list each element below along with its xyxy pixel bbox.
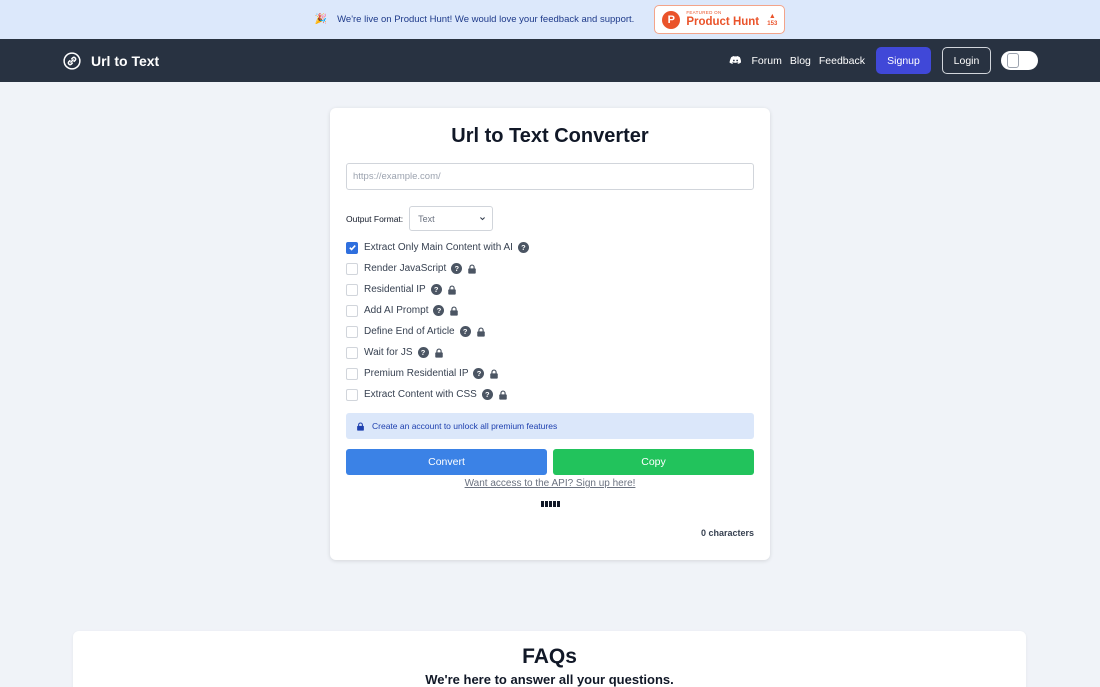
copy-button[interactable]: Copy bbox=[553, 449, 754, 475]
option-checkbox[interactable] bbox=[346, 304, 358, 317]
login-button[interactable]: Login bbox=[942, 47, 991, 74]
api-signup-link[interactable]: Want access to the API? Sign up here! bbox=[346, 478, 754, 489]
option-checkbox[interactable] bbox=[346, 367, 358, 380]
character-count: 0 characters bbox=[700, 528, 754, 538]
option-label: Premium Residential IP bbox=[364, 368, 469, 379]
product-hunt-badge[interactable]: P FEATURED ON Product Hunt ▲ 153 bbox=[654, 5, 786, 34]
option-row[interactable]: Premium Residential IP? bbox=[346, 363, 754, 384]
ph-name: Product Hunt bbox=[686, 15, 760, 28]
converter-card: Url to Text Converter Output Format: Tex… bbox=[330, 108, 770, 560]
loader-bar bbox=[540, 501, 544, 507]
signup-button[interactable]: Signup bbox=[876, 47, 931, 74]
announcement-text: We're live on Product Hunt! We would lov… bbox=[337, 14, 635, 25]
upvote-triangle-icon: ▲ bbox=[768, 12, 776, 20]
lock-icon bbox=[357, 421, 364, 431]
ph-featured-label: FEATURED ON bbox=[686, 10, 722, 15]
output-format-select[interactable]: Text bbox=[409, 206, 494, 231]
lock-icon bbox=[490, 369, 499, 379]
option-checkbox[interactable] bbox=[346, 325, 358, 338]
option-label: Residential IP bbox=[364, 284, 426, 295]
navbar: Url to Text Forum Blog Feedback Signup L… bbox=[0, 39, 1100, 82]
help-icon[interactable]: ? bbox=[433, 305, 445, 316]
help-icon[interactable]: ? bbox=[459, 326, 471, 337]
lock-icon bbox=[468, 264, 477, 274]
loading-indicator bbox=[346, 501, 754, 507]
option-row[interactable]: Add AI Prompt? bbox=[346, 300, 754, 321]
option-label: Extract Only Main Content with AI bbox=[364, 242, 513, 253]
option-checkbox[interactable] bbox=[346, 388, 358, 401]
option-row[interactable]: Residential IP? bbox=[346, 279, 754, 300]
url-input[interactable] bbox=[346, 163, 754, 190]
nav-link-blog[interactable]: Blog bbox=[790, 55, 811, 67]
premium-notice-text: Create an account to unlock all premium … bbox=[372, 421, 558, 431]
lock-icon bbox=[476, 327, 485, 337]
faq-section: FAQs We're here to answer all your quest… bbox=[73, 631, 1026, 687]
lock-icon bbox=[450, 306, 459, 316]
option-label: Render JavaScript bbox=[364, 263, 447, 274]
option-checkbox[interactable] bbox=[346, 262, 358, 275]
options-list: Extract Only Main Content with AI? Render… bbox=[346, 237, 754, 405]
option-row[interactable]: Define End of Article? bbox=[346, 321, 754, 342]
option-row[interactable]: Render JavaScript? bbox=[346, 258, 754, 279]
loader-bar bbox=[556, 501, 560, 507]
help-icon[interactable]: ? bbox=[517, 242, 529, 253]
output-format-label: Output Format: bbox=[346, 213, 404, 224]
nav-link-feedback[interactable]: Feedback bbox=[819, 55, 865, 67]
discord-icon[interactable] bbox=[729, 54, 742, 67]
option-label: Add AI Prompt bbox=[364, 305, 429, 316]
lock-icon bbox=[499, 390, 507, 400]
lock-icon bbox=[447, 285, 456, 295]
nav-link-forum[interactable]: Forum bbox=[752, 55, 782, 67]
brand-name: Url to Text bbox=[91, 52, 160, 69]
help-icon[interactable]: ? bbox=[417, 347, 429, 358]
action-buttons: Convert Copy bbox=[346, 449, 754, 475]
link-logo-icon bbox=[63, 51, 81, 70]
option-label: Wait for JS bbox=[364, 347, 413, 358]
toggle-knob bbox=[1007, 53, 1019, 68]
output-format-value: Text bbox=[418, 213, 435, 224]
page-title: Url to Text Converter bbox=[451, 125, 649, 147]
option-checkbox[interactable] bbox=[346, 241, 358, 254]
convert-button[interactable]: Convert bbox=[346, 449, 547, 475]
help-icon[interactable]: ? bbox=[481, 389, 493, 400]
option-row[interactable]: Wait for JS? bbox=[346, 342, 754, 363]
option-checkbox[interactable] bbox=[346, 346, 358, 359]
party-popper-icon: 🎉 bbox=[314, 14, 328, 25]
help-icon[interactable]: ? bbox=[473, 368, 485, 379]
checkmark-icon bbox=[348, 244, 356, 251]
brand-link[interactable]: Url to Text bbox=[63, 51, 160, 70]
theme-toggle[interactable] bbox=[1001, 51, 1038, 70]
product-hunt-logo-icon: P bbox=[662, 10, 681, 29]
option-label: Extract Content with CSS bbox=[364, 389, 477, 400]
ph-vote-count: 153 bbox=[767, 20, 778, 27]
premium-notice: Create an account to unlock all premium … bbox=[346, 413, 754, 439]
option-checkbox[interactable] bbox=[346, 283, 358, 296]
announcement-banner: 🎉 We're live on Product Hunt! We would l… bbox=[0, 0, 1100, 39]
option-label: Define End of Article bbox=[364, 326, 455, 337]
help-icon[interactable]: ? bbox=[430, 284, 442, 295]
option-row[interactable]: Extract Content with CSS? bbox=[346, 384, 754, 405]
lock-icon bbox=[434, 348, 443, 358]
chevron-down-icon bbox=[480, 217, 486, 221]
faq-title: FAQs bbox=[522, 645, 577, 668]
faq-subtitle: We're here to answer all your questions. bbox=[425, 672, 674, 687]
option-row[interactable]: Extract Only Main Content with AI? bbox=[346, 237, 754, 258]
help-icon[interactable]: ? bbox=[451, 263, 463, 274]
loader-bar bbox=[552, 501, 556, 507]
loader-bar bbox=[544, 501, 548, 507]
output-format-row: Output Format: Text bbox=[346, 206, 754, 231]
loader-bar bbox=[548, 501, 552, 507]
